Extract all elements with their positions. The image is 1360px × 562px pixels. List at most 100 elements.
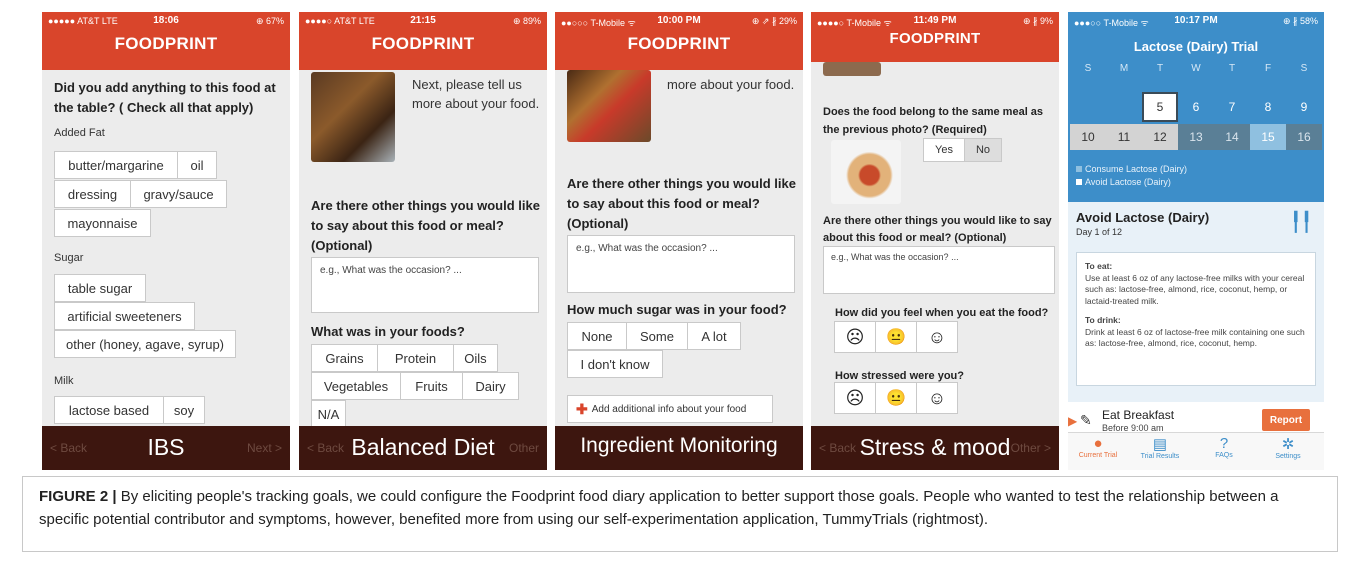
trial-title: Lactose (Dairy) Trial [1133,39,1259,54]
calendar-day-10[interactable]: 10 [1070,124,1106,150]
goal-banner: < Back IBS Next > [42,426,290,470]
calendar-day-7[interactable]: 7 [1214,94,1250,120]
option-protein[interactable]: Protein [377,344,454,372]
add-info-button[interactable]: ✚ Add additional info about your food [567,395,773,423]
weekday-label: W [1191,63,1201,74]
status-bar: ●●●○○ T-Mobile ᯤ 10:17 PM ⊕ ∦ 58% [1068,12,1324,30]
phone-tummytrials: ●●●○○ T-Mobile ᯤ 10:17 PM ⊕ ∦ 58% Lactos… [1068,12,1324,470]
option-vegetables[interactable]: Vegetables [311,372,401,400]
calendar-day-14[interactable]: 14 [1214,124,1250,150]
option-artificial-sweeteners[interactable]: artificial sweeteners [54,302,195,330]
comment-field[interactable]: e.g., What was the occasion? ... [823,246,1055,294]
option-grains[interactable]: Grains [311,344,378,372]
drink-text: Drink at least 6 oz of lactose-free milk… [1085,326,1305,349]
question: Are there other things you would like to… [311,198,540,253]
weekday-label: T [1156,63,1164,74]
stress-high-button[interactable]: ☹ [834,382,876,414]
group-label-milk: Milk [54,375,74,387]
option-lactose[interactable]: lactose based [54,396,164,424]
clock: 21:15 [410,15,436,26]
tab-bar: ● Current Trial ▤ Trial Results ? FAQs ✲… [1068,432,1324,470]
option-fruits[interactable]: Fruits [400,372,463,400]
intro-text: Next, please tell us more about your foo… [412,77,540,111]
option-butter[interactable]: butter/margarine [54,151,178,179]
report-button[interactable]: Report [1262,409,1310,431]
happy-face-icon: ☺ [927,326,947,347]
calendar-day-11[interactable]: 11 [1106,124,1142,150]
phone-ingredient-monitoring: ●●○○○ T-Mobile ᯤ 10:00 PM ⊕ ⇗ ∦ 29% FOOD… [555,12,803,470]
goal-label: Ingredient Monitoring [580,434,778,457]
happy-face-icon: ☺ [927,387,947,408]
eat-text: Use at least 6 oz of any lactose-free mi… [1085,272,1305,306]
clock: 11:49 PM [913,15,957,26]
next-button[interactable]: Other > [1011,441,1051,455]
option-none[interactable]: None [567,322,627,350]
battery: ⊕ ∦ 9% [1022,16,1053,26]
app-title: FOODPRINT [889,30,981,47]
next-button[interactable]: Next > [247,441,282,455]
clipboard-icon: ▤ [1152,436,1168,453]
face-neutral-button[interactable]: 😐 [875,321,917,353]
legend-label: Avoid Lactose (Dairy) [1085,177,1171,187]
calendar-day-9[interactable]: 9 [1286,94,1322,120]
face-happy-button[interactable]: ☺ [916,321,958,353]
gear-icon: ✲ [1281,436,1295,453]
legend-label: Consume Lactose (Dairy) [1085,164,1188,174]
figure-caption: FIGURE 2 | By eliciting people's trackin… [22,476,1338,552]
food-photo [831,140,901,204]
food-photo [311,72,395,162]
tab-trial-results[interactable]: ▤ Trial Results [1134,435,1186,460]
calendar-day-15[interactable]: 15 [1250,124,1286,150]
option-table-sugar[interactable]: table sugar [54,274,146,302]
calendar-day-8[interactable]: 8 [1250,94,1286,120]
neutral-face-icon: 😐 [886,329,906,346]
comment-field[interactable]: e.g., What was the occasion? ... [311,257,539,313]
stress-low-button[interactable]: ☺ [916,382,958,414]
calendar-day-12[interactable]: 12 [1142,124,1178,150]
task-row[interactable]: ▶ ✎ Eat Breakfast Before 9:00 am Report [1068,408,1324,433]
next-button[interactable]: Other [509,441,539,455]
tab-label: Settings [1275,453,1301,460]
option-na[interactable]: N/A [311,400,346,428]
food-photo-previous [823,62,881,76]
clock: 18:06 [153,15,179,26]
option-gravy[interactable]: gravy/sauce [130,180,227,208]
instructions-box: To eat: Use at least 6 oz of any lactose… [1076,252,1316,386]
face-sad-button[interactable]: ☹ [834,321,876,353]
tab-current-trial[interactable]: ● Current Trial [1072,435,1124,459]
question: Are there other things you would like to… [567,176,796,231]
option-some[interactable]: Some [626,322,688,350]
status-bar: ●●○○○ T-Mobile ᯤ 10:00 PM ⊕ ⇗ ∦ 29% [555,12,803,30]
intro-text: more about your food. [667,77,795,92]
yes-button[interactable]: Yes [923,138,965,162]
option-oil[interactable]: oil [177,151,217,179]
battery: ⊕ ∦ 58% [1282,16,1318,26]
option-mayonnaise[interactable]: mayonnaise [54,209,151,237]
option-dont-know[interactable]: I don't know [567,350,663,378]
calendar-day-6[interactable]: 6 [1178,94,1214,120]
calendar-day-13[interactable]: 13 [1178,124,1214,150]
option-other-sugar[interactable]: other (honey, agave, syrup) [54,330,236,358]
option-a-lot[interactable]: A lot [687,322,741,350]
option-soy[interactable]: soy [163,396,205,424]
calendar-day-selected[interactable]: 5 [1142,92,1178,122]
search-icon: ● [1093,435,1103,452]
comment-field[interactable]: e.g., What was the occasion? ... [567,235,795,293]
option-dressing[interactable]: dressing [54,180,131,208]
calendar-day-16[interactable]: 16 [1286,124,1322,150]
option-oils[interactable]: Oils [453,344,498,372]
question-icon: ? [1219,435,1229,452]
tab-settings[interactable]: ✲ Settings [1262,435,1314,460]
status-bar: ●●●●● AT&T LTE 18:06 ⊕ 67% [42,12,290,30]
status-bar: ●●●●○ T-Mobile ᯤ 11:49 PM ⊕ ∦ 9% [811,12,1059,30]
option-dairy[interactable]: Dairy [462,372,519,400]
tab-label: Current Trial [1078,452,1118,459]
figure-label: FIGURE 2 | [39,488,117,505]
tab-faqs[interactable]: ? FAQs [1198,435,1250,459]
neutral-face-icon: 😐 [886,390,906,407]
stress-medium-button[interactable]: 😐 [875,382,917,414]
food-photo [567,70,651,142]
no-button[interactable]: No [964,138,1002,162]
goal-banner: Ingredient Monitoring [555,426,803,470]
task-title: Eat Breakfast [1102,408,1175,422]
